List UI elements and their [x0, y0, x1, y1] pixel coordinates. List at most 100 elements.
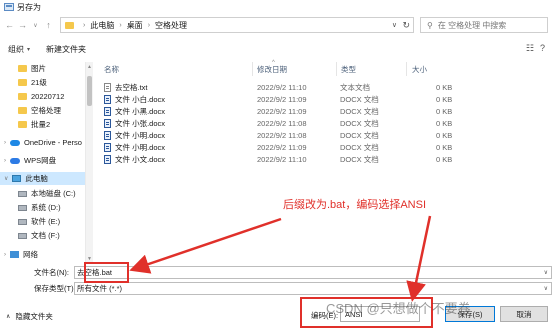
drive-icon	[18, 204, 27, 211]
onedrive-icon	[10, 139, 20, 146]
recent-dropdown-icon[interactable]: ∨	[29, 18, 42, 32]
chevron-down-icon[interactable]: ∨	[544, 269, 548, 276]
file-type: DOCX 文档	[340, 95, 379, 104]
file-row[interactable]: 去空格.txt 2022/9/2 11:10 文本文档 0 KB	[104, 82, 464, 93]
nav-item-label: 文档 (F:)	[31, 231, 60, 240]
file-row[interactable]: 文件 小明.docx 2022/9/2 11:08 DOCX 文档 0 KB	[104, 130, 464, 141]
column-header-date[interactable]: 修改日期	[257, 64, 287, 75]
nav-item-21[interactable]: 21级	[18, 76, 47, 89]
refresh-icon[interactable]: ↻	[402, 20, 410, 31]
filename-field[interactable]: 去空格.bat ∨	[74, 266, 552, 279]
file-name-cell: 文件 小黑.docx	[104, 106, 165, 117]
help-icon[interactable]: ?	[540, 43, 545, 54]
nav-item-drive-d[interactable]: 系统 (D:)	[18, 201, 61, 214]
file-name-cell: 文件 小文.docx	[104, 154, 165, 165]
scroll-up-icon[interactable]: ▲	[87, 64, 92, 70]
chevron-right-icon[interactable]: ›	[4, 140, 6, 146]
address-bar[interactable]: › 此电脑 › 桌面 › 空格处理 ∨ ↻	[60, 17, 414, 33]
command-toolbar: 组织 ▾ 新建文件夹 ☷ ?	[0, 36, 553, 62]
forward-arrow-icon[interactable]: →	[16, 18, 29, 32]
nav-item-pictures[interactable]: 图片 ✦	[18, 62, 46, 75]
chevron-down-icon[interactable]: ∨	[392, 21, 397, 29]
file-name-cell: 文件 小明.docx	[104, 130, 165, 141]
chevron-right-icon: ›	[119, 21, 122, 29]
nav-item-onedrive[interactable]: › OneDrive - Perso	[4, 136, 82, 149]
breadcrumb-item-current-folder[interactable]: 空格处理	[155, 20, 187, 31]
folder-icon	[18, 65, 27, 72]
filename-label: 文件名(N):	[34, 268, 69, 277]
nav-item-label: 系统 (D:)	[31, 203, 61, 212]
scrollbar-thumb[interactable]	[87, 76, 92, 106]
folder-icon	[18, 107, 27, 114]
file-name: 文件 小黑.docx	[115, 107, 166, 116]
file-type: DOCX 文档	[340, 119, 379, 128]
cancel-button[interactable]: 取消	[500, 306, 548, 322]
file-date: 2022/9/2 11:09	[257, 95, 307, 104]
chevron-right-icon[interactable]: ›	[4, 158, 6, 164]
search-input[interactable]: ⚲ 在 空格处理 中搜索	[420, 17, 548, 33]
file-name-cell: 文件 小张.docx	[104, 118, 165, 129]
nav-item-batch2[interactable]: 批量2	[18, 118, 50, 131]
breadcrumb-item-this-pc[interactable]: 此电脑	[90, 20, 114, 31]
breadcrumb-item-desktop[interactable]: 桌面	[127, 20, 143, 31]
file-date: 2022/9/2 11:08	[257, 119, 307, 128]
drive-icon	[18, 190, 27, 197]
nav-item-label: 本地磁盘 (C:)	[31, 189, 76, 198]
file-name: 文件 小白.docx	[115, 95, 166, 104]
file-row[interactable]: 文件 小白.docx 2022/9/2 11:09 DOCX 文档 0 KB	[104, 94, 464, 105]
file-row[interactable]: 文件 小明.docx 2022/9/2 11:09 DOCX 文档 0 KB	[104, 142, 464, 153]
file-size: 0 KB	[436, 119, 453, 128]
column-divider[interactable]	[406, 62, 407, 76]
folder-icon	[18, 93, 27, 100]
wps-cloud-icon	[10, 157, 20, 164]
filetype-label: 保存类型(T):	[34, 284, 76, 293]
save-as-app-icon	[4, 3, 14, 11]
annotation-text: 后缀改为.bat，编码选择ANSI	[283, 199, 427, 211]
column-divider[interactable]	[336, 62, 337, 76]
file-size: 0 KB	[436, 143, 453, 152]
file-size: 0 KB	[436, 107, 453, 116]
title-bar: 另存为	[0, 0, 553, 14]
filetype-select[interactable]: 所有文件 (*.*) ∨	[74, 282, 552, 295]
nav-item-20220712[interactable]: 20220712	[18, 90, 64, 103]
nav-item-space-processing[interactable]: 空格处理	[18, 104, 61, 117]
nav-item-label: 软件 (E:)	[31, 217, 61, 226]
chevron-down-icon[interactable]: ∨	[544, 285, 548, 292]
file-list-header: 名称 ^ 修改日期 类型 大小	[96, 60, 551, 76]
column-header-name[interactable]: 名称	[104, 64, 119, 75]
search-icon: ⚲	[427, 20, 433, 30]
file-date: 2022/9/2 11:08	[257, 131, 307, 140]
file-size: 0 KB	[436, 95, 453, 104]
docx-file-icon	[104, 107, 111, 116]
nav-item-drive-e[interactable]: 软件 (E:)	[18, 215, 60, 228]
search-placeholder: 在 空格处理 中搜索	[437, 20, 507, 30]
file-row[interactable]: 文件 小文.docx 2022/9/2 11:10 DOCX 文档 0 KB	[104, 154, 464, 165]
nav-item-drive-f[interactable]: 文档 (F:)	[18, 229, 60, 242]
hide-folders-toggle[interactable]: ∧ 隐藏文件夹	[6, 311, 53, 322]
column-header-type[interactable]: 类型	[341, 64, 356, 75]
nav-item-wps[interactable]: › WPS网盘	[4, 154, 56, 167]
nav-item-drive-c[interactable]: 本地磁盘 (C:)	[18, 187, 76, 200]
navigation-pane: 图片 ✦ 21级 20220712 空格处理 批量2 › OneDrive - …	[0, 62, 86, 264]
new-folder-button[interactable]: 新建文件夹	[46, 44, 86, 55]
docx-file-icon	[104, 119, 111, 128]
back-arrow-icon[interactable]: ←	[3, 18, 16, 32]
column-divider[interactable]	[252, 62, 253, 76]
view-options-icon[interactable]: ☷	[526, 43, 534, 54]
chevron-right-icon[interactable]: ›	[4, 252, 6, 258]
file-size: 0 KB	[436, 131, 453, 140]
nav-item-network[interactable]: › 网络	[4, 248, 38, 261]
view-controls: ☷ ?	[526, 43, 545, 54]
nav-item-this-pc[interactable]: ∨ 此电脑	[0, 172, 85, 185]
column-header-size[interactable]: 大小	[412, 64, 427, 75]
file-row[interactable]: 文件 小张.docx 2022/9/2 11:08 DOCX 文档 0 KB	[104, 118, 464, 129]
chevron-down-icon[interactable]: ∨	[4, 175, 8, 182]
organize-label: 组织	[8, 44, 24, 54]
arrow-to-filename	[129, 217, 282, 274]
file-row[interactable]: 文件 小黑.docx 2022/9/2 11:09 DOCX 文档 0 KB	[104, 106, 464, 117]
file-date: 2022/9/2 11:10	[257, 83, 307, 92]
nav-pane-scrollbar[interactable]: ▲ ▼	[86, 62, 93, 264]
new-folder-label: 新建文件夹	[46, 44, 87, 54]
organize-button[interactable]: 组织 ▾	[8, 44, 30, 55]
up-arrow-icon[interactable]: ↑	[42, 18, 55, 32]
